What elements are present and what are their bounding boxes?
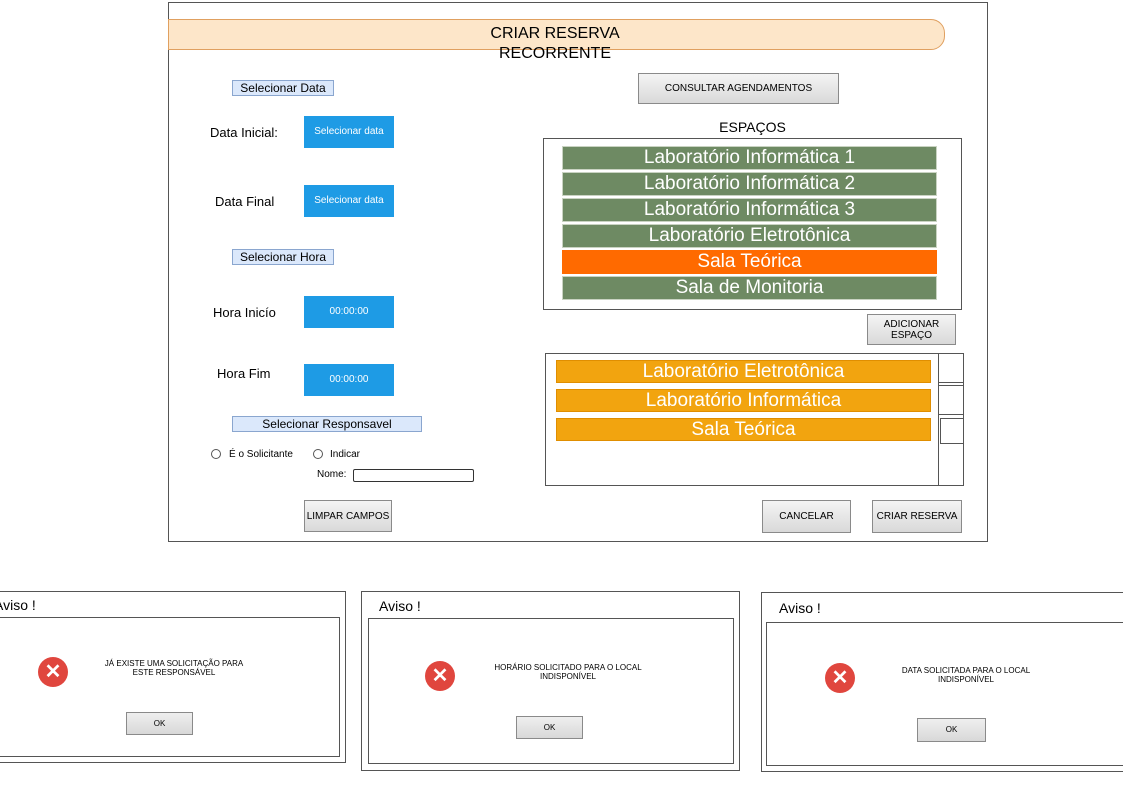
space-item[interactable]: Laboratório Informática 3 <box>562 198 937 222</box>
section-label-responsible: Selecionar Responsavel <box>232 416 422 432</box>
alert-message-line-2: INDISPONÍVEL <box>539 672 596 681</box>
selected-space-item[interactable]: Laboratório Eletrotônica <box>556 360 931 383</box>
start-date-label: Data Inicial: <box>210 125 278 140</box>
alert-dialog-body <box>368 618 734 764</box>
alert-message-line-2: INDISPONÍVEL <box>937 675 994 684</box>
alert-message-line-1: HORÁRIO SOLICITADO PARA O LOCAL <box>494 663 642 672</box>
alert-message-line-2: ESTE RESPONSÁVEL <box>132 668 216 677</box>
radio-requester[interactable] <box>211 449 221 459</box>
ok-button[interactable]: OK <box>917 718 986 742</box>
space-item-selected[interactable]: Sala Teórica <box>562 250 937 274</box>
alert-dialog-title: Aviso ! <box>779 600 821 616</box>
end-time-label: Hora Fim <box>217 366 271 381</box>
name-label: Nome: <box>317 469 347 480</box>
space-item[interactable]: Laboratório Informática 2 <box>562 172 937 196</box>
end-date-picker-button[interactable]: Selecionar data <box>304 185 394 217</box>
alert-dialog-title: Aviso ! <box>0 597 36 613</box>
scrollbar-handle[interactable] <box>940 418 964 444</box>
name-input[interactable] <box>353 469 474 482</box>
radio-indicate[interactable] <box>313 449 323 459</box>
radio-requester-label: É o Solicitante <box>229 449 293 460</box>
space-item[interactable]: Laboratório Informática 1 <box>562 146 937 170</box>
selected-space-item[interactable]: Laboratório Informática <box>556 389 931 412</box>
add-space-label-1: ADICIONAR <box>883 318 940 330</box>
start-time-field[interactable]: 00:00:00 <box>304 296 394 328</box>
radio-indicate-label: Indicar <box>330 449 361 460</box>
x-circle-icon: ✕ <box>425 661 455 691</box>
section-label-date: Selecionar Data <box>232 80 334 96</box>
spaces-heading: ESPAÇOS <box>719 119 786 135</box>
space-item[interactable]: Laboratório Eletrotônica <box>562 224 937 248</box>
x-circle-icon: ✕ <box>38 657 68 687</box>
create-reservation-button[interactable]: CRIAR RESERVA <box>872 500 962 533</box>
alert-message: HORÁRIO SOLICITADO PARA O LOCAL INDISPON… <box>470 663 666 681</box>
section-label-time: Selecionar Hora <box>232 249 334 265</box>
start-date-picker-button[interactable]: Selecionar data <box>304 116 394 148</box>
space-item[interactable]: Sala de Monitoria <box>562 276 937 300</box>
alert-message: JÁ EXISTE UMA SOLICITAÇÃO PARA ESTE RESP… <box>76 659 272 677</box>
ok-button[interactable]: OK <box>126 712 193 735</box>
clear-fields-button[interactable]: LIMPAR CAMPOS <box>304 500 392 532</box>
scrollbar-thumb[interactable] <box>938 385 964 415</box>
alert-dialog-title: Aviso ! <box>379 598 421 614</box>
end-time-field[interactable]: 00:00:00 <box>304 364 394 396</box>
title-line-2: RECORRENTE <box>498 45 611 62</box>
scrollbar-up-arrow[interactable] <box>938 353 964 383</box>
add-space-button[interactable]: ADICIONAR ESPAÇO <box>867 314 956 345</box>
alert-dialog-body <box>0 617 340 757</box>
x-circle-icon: ✕ <box>825 663 855 693</box>
alert-message-line-1: JÁ EXISTE UMA SOLICITAÇÃO PARA <box>104 659 244 668</box>
alert-dialog-body <box>766 622 1123 766</box>
title-line-1: CRIAR RESERVA <box>490 25 620 42</box>
consult-schedules-button[interactable]: CONSULTAR AGENDAMENTOS <box>638 73 839 104</box>
alert-message-line-1: DATA SOLICITADA PARA O LOCAL <box>901 666 1031 675</box>
add-space-label-2: ESPAÇO <box>891 329 932 341</box>
cancel-button[interactable]: CANCELAR <box>762 500 851 533</box>
start-time-label: Hora Inicío <box>213 305 276 320</box>
page-title: CRIAR RESERVA RECORRENTE <box>400 24 710 64</box>
end-date-label: Data Final <box>215 194 275 209</box>
alert-message: DATA SOLICITADA PARA O LOCAL INDISPONÍVE… <box>868 666 1064 684</box>
selected-space-item[interactable]: Sala Teórica <box>556 418 931 441</box>
ok-button[interactable]: OK <box>516 716 583 739</box>
